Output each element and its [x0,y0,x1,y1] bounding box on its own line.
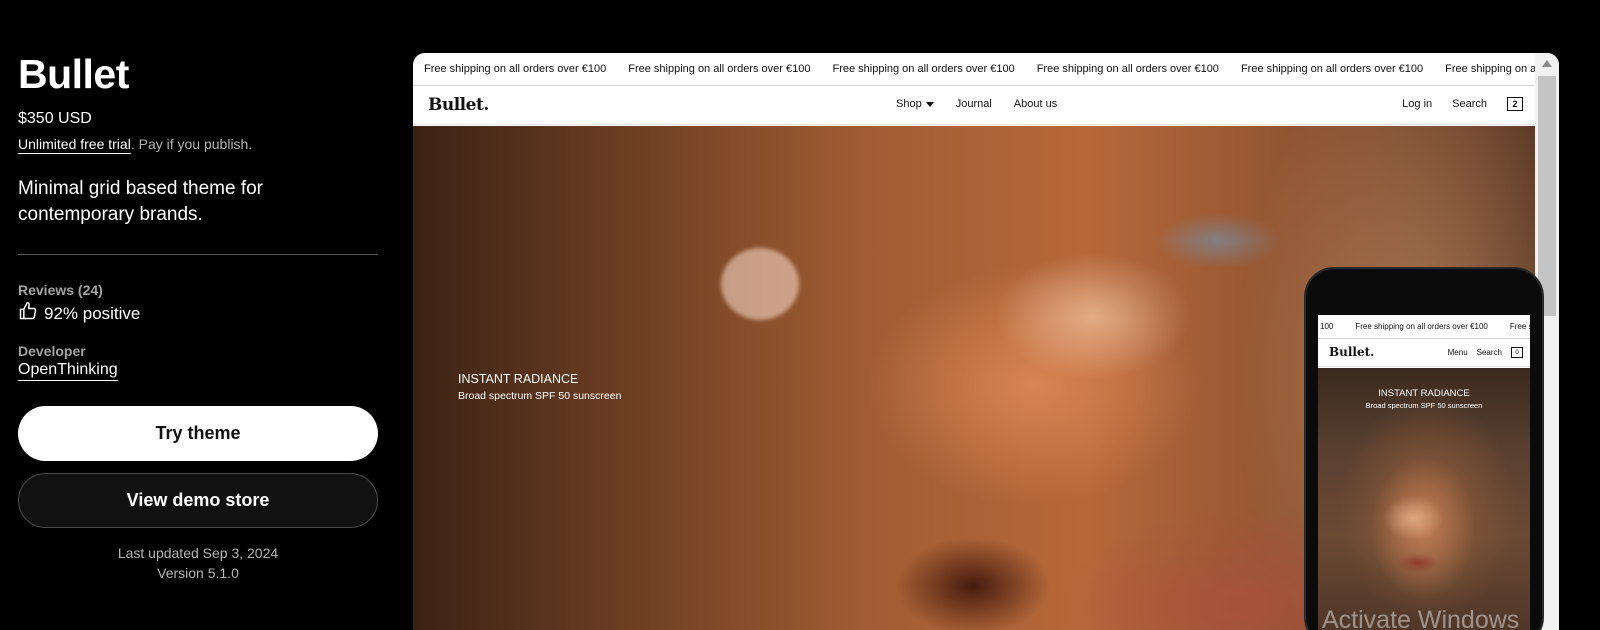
developer-label: Developer [18,343,86,359]
announcement-bar: Free shipping on all orders over €100 Fr… [413,53,1535,86]
header-actions: Log in Search 2 [1402,97,1523,111]
announcement-item: Free shipping on all orders over €100 [424,63,607,75]
caret-down-icon [925,101,934,107]
store-nav: Shop Journal About us [896,98,1057,110]
theme-tagline: Minimal grid based theme for contemporar… [18,178,263,225]
positive-rating: 92% positive [18,301,378,326]
mobile-announcement-bar: 100 Free shipping on all orders over €10… [1318,315,1530,339]
announcement-item: Free shipp [1509,322,1530,331]
developer-link[interactable]: OpenThinking [18,361,118,381]
reviews-block: Reviews (24) 92% positive [18,282,378,326]
view-demo-store-button[interactable]: View demo store [18,473,378,528]
hero-title: INSTANT RADIANCE [458,372,579,386]
divider [18,254,378,255]
store-header: Bullet. Shop Journal About us Log in Sea… [413,86,1535,125]
announcement-item: Free shipping on all orders over €100 [1355,322,1488,331]
announcement-item: 100 [1320,322,1334,331]
try-theme-button[interactable]: Try theme [18,406,378,461]
mobile-menu-link[interactable]: Menu [1448,348,1468,357]
theme-title: Bullet [18,51,129,97]
activate-windows-watermark: Activate Windows [1322,606,1520,630]
mobile-store-header: Bullet. Menu Search 0 [1318,339,1530,367]
mobile-hero-subtitle: Broad spectrum SPF 50 sunscreen [1365,401,1483,410]
phone-screen: 100 Free shipping on all orders over €10… [1318,315,1530,630]
hero-bokeh [721,248,799,320]
announcement-item: Free shipping on all orders over €100 [628,63,811,75]
announcement-item: Free shipping on all orders over €100 [1036,63,1219,75]
version: Version 5.1.0 [157,565,239,581]
announcement-item: Free shipping on all orders over €100 [832,63,1015,75]
positive-percent: 92% positive [44,303,141,323]
trial-line: Unlimited free trial. Pay if you publish… [18,136,378,154]
last-updated: Last updated Sep 3, 2024 [117,545,279,561]
announcement-item: Free shipping on all orders over €100 [1445,63,1535,75]
store-logo[interactable]: Bullet. [428,95,489,115]
scroll-thumb[interactable] [1538,76,1556,316]
reviews-label[interactable]: Reviews (24) [18,282,378,298]
announcement-item: Free shipping on all orders over €100 [1240,63,1424,75]
update-info: Last updated Sep 3, 2024 Version 5.1.0 [18,543,378,583]
nav-journal[interactable]: Journal [956,98,992,110]
theme-info-panel: Bullet $350 USD Unlimited free trial. Pa… [18,50,378,583]
nav-shop[interactable]: Shop [896,98,934,110]
theme-price: $350 USD [18,110,92,127]
hero-subtitle: Broad spectrum SPF 50 sunscreen [458,390,622,402]
nav-about-us[interactable]: About us [1014,98,1057,110]
mobile-hero-title: INSTANT RADIANCE [1378,388,1470,399]
cart-icon[interactable]: 2 [1507,97,1523,111]
mobile-cart-icon[interactable]: 0 [1511,347,1523,358]
trial-note: . Pay if you publish. [130,136,253,152]
developer-block: Developer OpenThinking [18,343,378,381]
thumbs-up-icon [18,301,38,326]
mobile-header-actions: Menu Search 0 [1448,347,1523,358]
mobile-hero-image: INSTANT RADIANCE Broad spectrum SPF 50 s… [1318,368,1530,630]
search-link[interactable]: Search [1452,98,1487,110]
mobile-search-link[interactable]: Search [1477,348,1502,357]
mobile-store-logo[interactable]: Bullet. [1329,345,1374,359]
nav-shop-label: Shop [896,98,922,110]
scroll-up-icon[interactable] [1542,60,1552,67]
mobile-preview: 100 Free shipping on all orders over €10… [1304,267,1544,630]
free-trial-link[interactable]: Unlimited free trial [18,136,131,154]
login-link[interactable]: Log in [1402,98,1432,110]
